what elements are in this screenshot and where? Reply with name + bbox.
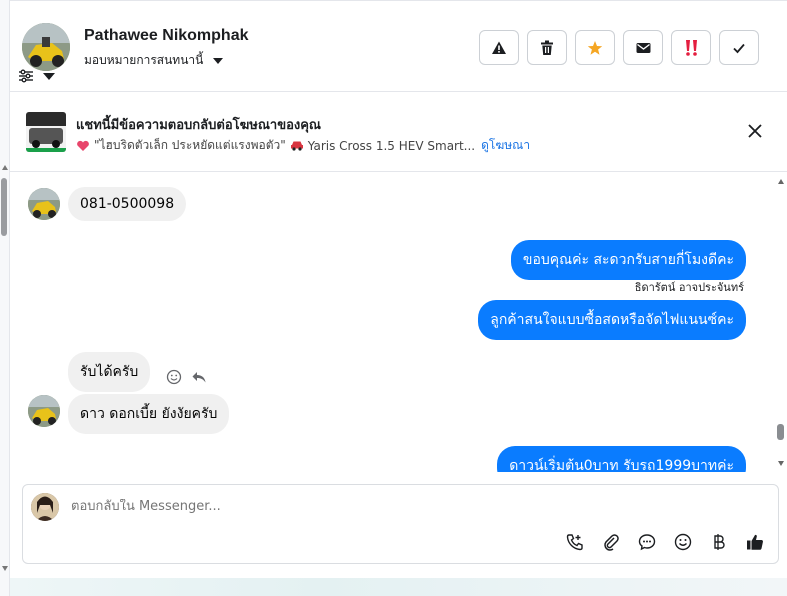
spam-button[interactable] — [671, 30, 711, 65]
scrollbar-thumb[interactable] — [777, 424, 784, 440]
ad-car-text: Yaris Cross 1.5 HEV Smart... — [307, 138, 476, 153]
incoming-message[interactable]: ดาว ดอกเบี้ย ยังงัยครับ — [68, 394, 230, 434]
contact-avatar-small[interactable] — [28, 395, 60, 427]
warning-icon — [492, 41, 506, 54]
reply-composer — [22, 484, 779, 564]
ad-text: "ไฮบริดตัวเล็ก ประหยัดแต่แรงพอตัว" — [94, 138, 286, 152]
conversation-header: Pathawee Nikomphak มอบหมายการสนทนานี้ — [10, 0, 787, 92]
assign-label: มอบหมายการสนทนานี้ — [84, 53, 204, 67]
check-icon — [733, 43, 745, 53]
assign-conversation-dropdown[interactable]: มอบหมายการสนทนานี้ — [84, 51, 224, 70]
incoming-message[interactable]: 081-0500098 — [68, 187, 187, 221]
scrollbar-thumb[interactable] — [1, 178, 7, 236]
envelope-icon — [636, 42, 650, 53]
contact-name[interactable]: Pathawee Nikomphak — [84, 27, 249, 45]
chevron-down-icon[interactable] — [43, 73, 55, 80]
car-icon — [290, 141, 303, 151]
delete-button[interactable] — [527, 30, 567, 65]
trash-icon — [541, 40, 553, 55]
attachment-icon[interactable] — [600, 531, 622, 553]
contact-avatar-small[interactable] — [28, 188, 60, 220]
close-icon[interactable] — [746, 122, 764, 140]
emoji-icon[interactable] — [672, 531, 694, 553]
report-button[interactable] — [479, 30, 519, 65]
page-footer-strip — [10, 578, 787, 596]
exclamation-icon — [686, 39, 697, 56]
thread-scrollbar[interactable] — [775, 172, 787, 472]
mark-unread-button[interactable] — [623, 30, 663, 65]
view-ad-link[interactable]: ดูโฆษณา — [481, 136, 530, 155]
contact-avatar[interactable] — [22, 23, 70, 71]
emoji-react-icon[interactable] — [166, 369, 182, 385]
composer-toolbar — [564, 531, 766, 553]
message-thread[interactable]: 081-0500098 ขอบคุณค่ะ สะดวกรับสายกี่โมงด… — [10, 172, 787, 472]
scroll-down-arrow[interactable] — [2, 566, 8, 571]
chevron-down-icon — [213, 57, 224, 64]
done-button[interactable] — [719, 30, 759, 65]
reply-icon[interactable] — [191, 369, 207, 385]
star-icon — [587, 40, 603, 55]
outgoing-message[interactable]: ดาวน์เริ่มต้น0บาท รับรถ1999บาทค่ะ — [497, 446, 746, 472]
star-button[interactable] — [575, 30, 615, 65]
conversation-actions — [479, 30, 759, 65]
ad-banner-subtitle: "ไฮบริดตัวเล็ก ประหยัดแต่แรงพอตัว" Yaris… — [76, 136, 530, 155]
page-avatar — [31, 493, 59, 521]
call-add-icon[interactable] — [564, 531, 586, 553]
scroll-down-arrow[interactable] — [778, 461, 784, 466]
heart-icon — [77, 140, 89, 151]
baht-icon[interactable] — [708, 531, 730, 553]
filter-icon[interactable] — [18, 69, 34, 83]
message-input[interactable] — [71, 499, 671, 514]
ad-banner-title: แชทนี้มีข้อความตอบกลับต่อโฆษณาของคุณ — [76, 118, 321, 133]
saved-reply-icon[interactable] — [636, 531, 658, 553]
outgoing-message[interactable]: ขอบคุณค่ะ สะดวกรับสายกี่โมงดีคะ — [510, 240, 746, 280]
sender-name: ธิดารัตน์ อาจประจันทร์ — [634, 281, 744, 294]
conversation-panel: Pathawee Nikomphak มอบหมายการสนทนานี้ แช… — [10, 0, 787, 578]
outgoing-message[interactable]: ลูกค้าสนใจแบบซื้อสดหรือจัดไฟแนนซ์คะ — [478, 300, 746, 340]
ad-thumbnail[interactable] — [26, 112, 66, 152]
page-left-scrollbar[interactable] — [0, 0, 10, 596]
scroll-up-arrow[interactable] — [2, 165, 8, 170]
incoming-message[interactable]: รับได้ครับ — [68, 352, 151, 392]
scroll-up-arrow[interactable] — [778, 179, 784, 184]
thumbs-up-icon[interactable] — [744, 531, 766, 553]
ad-reply-banner: แชทนี้มีข้อความตอบกลับต่อโฆษณาของคุณ "ไฮ… — [10, 92, 787, 172]
